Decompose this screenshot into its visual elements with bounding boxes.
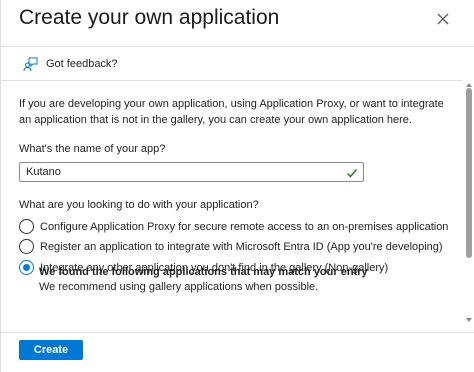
footer-divider xyxy=(1,332,474,333)
scroll-up-arrow-icon[interactable] xyxy=(466,83,472,87)
create-app-panel: Create your own application Got feedback… xyxy=(0,0,474,372)
close-icon[interactable] xyxy=(434,10,452,28)
match-notice-subtitle: We recommend using gallery applications … xyxy=(39,281,319,293)
create-button[interactable]: Create xyxy=(19,340,83,360)
feedback-divider xyxy=(1,80,463,81)
feedback-label: Got feedback? xyxy=(46,58,118,70)
radio-app-proxy[interactable] xyxy=(19,219,34,234)
app-name-label: What's the name of your app? xyxy=(19,143,166,155)
scrollbar-thumb[interactable] xyxy=(466,88,472,258)
feedback-person-icon xyxy=(23,56,39,72)
scroll-down-arrow-icon[interactable] xyxy=(466,318,472,322)
app-name-input[interactable] xyxy=(20,163,340,181)
radio-non-gallery[interactable] xyxy=(19,260,34,275)
page-title: Create your own application xyxy=(19,6,280,29)
feedback-link[interactable]: Got feedback? xyxy=(23,56,118,72)
app-name-field xyxy=(19,162,364,182)
option-label: Configure Application Proxy for secure r… xyxy=(40,220,449,233)
option-register-app[interactable]: Register an application to integrate wit… xyxy=(19,239,443,254)
match-notice-title: We found the following applications that… xyxy=(39,266,368,278)
intro-text: If you are developing your own applicati… xyxy=(19,98,444,126)
purpose-label: What are you looking to do with your app… xyxy=(19,199,259,211)
radio-register-app[interactable] xyxy=(19,239,34,254)
option-label: Register an application to integrate wit… xyxy=(40,240,443,253)
header-divider xyxy=(1,46,474,47)
checkmark-icon xyxy=(346,166,358,178)
option-app-proxy[interactable]: Configure Application Proxy for secure r… xyxy=(19,219,448,234)
